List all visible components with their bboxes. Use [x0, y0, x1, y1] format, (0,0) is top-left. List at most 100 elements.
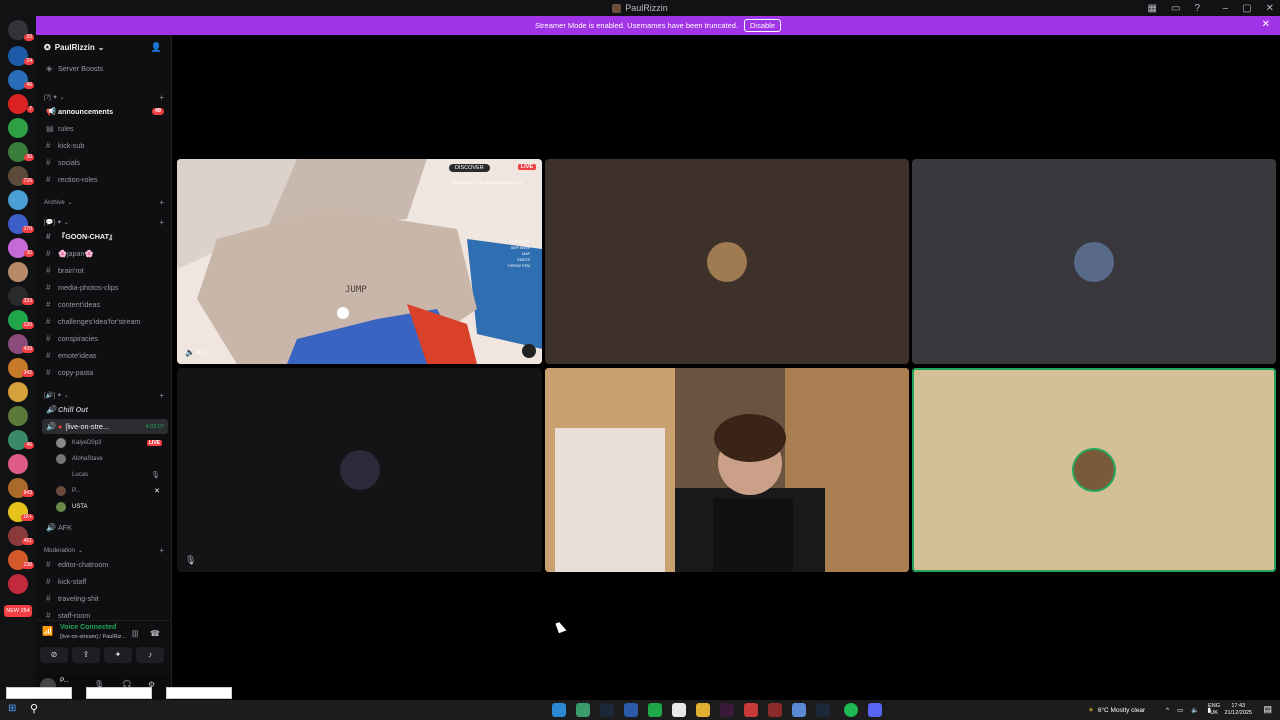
- app-icon[interactable]: [576, 703, 590, 717]
- server-boosts[interactable]: ◈ Server Boosts: [42, 61, 168, 76]
- channel-conspiracies[interactable]: # conspiracies: [42, 331, 168, 346]
- webcam-tile[interactable]: [545, 368, 909, 572]
- voice-channel-path[interactable]: [live-on-stream] / PaulRiz...: [60, 634, 126, 640]
- app-icon[interactable]: [768, 703, 782, 717]
- monitor-icon[interactable]: ▭: [1171, 3, 1180, 14]
- voice-channel-live-on-stream[interactable]: 🔊 ● [live-on-stre... 4:03:07: [42, 419, 168, 434]
- channel-media[interactable]: # media-photos-clips: [42, 280, 168, 295]
- steam-icon[interactable]: [600, 703, 614, 717]
- spotify-icon[interactable]: [844, 703, 858, 717]
- network-icon[interactable]: ▭: [1177, 706, 1183, 714]
- server-icon[interactable]: [8, 262, 28, 282]
- server-icon[interactable]: [8, 118, 28, 138]
- fullscreen-icon[interactable]: [522, 344, 536, 358]
- stream-controls[interactable]: 🔈 ⏸ ⊙: [185, 348, 210, 358]
- add-channel-icon[interactable]: +: [159, 391, 164, 400]
- channel-kick-staff[interactable]: # kick-staff: [42, 574, 168, 589]
- app-icon[interactable]: [792, 703, 806, 717]
- server-header[interactable]: ✪ PaulRizzin ⌄ 👤: [36, 35, 171, 59]
- add-channel-icon[interactable]: +: [159, 198, 164, 207]
- channel-challenges[interactable]: # challenges'idea'for'stream: [42, 314, 168, 329]
- help-icon[interactable]: ?: [1194, 3, 1200, 14]
- volume-icon[interactable]: 🔈: [1191, 706, 1199, 714]
- chevron-up-icon[interactable]: ^: [1166, 707, 1169, 714]
- channel-editor-chatroom[interactable]: # editor-chatroom: [42, 557, 168, 572]
- stream-tile-game[interactable]: JUMP DISCOVER EXPLORE THE ABANDONED HUT …: [177, 159, 542, 364]
- channel-japan[interactable]: # 🌸japan🌸: [42, 246, 168, 261]
- channel-socials[interactable]: # socials: [42, 155, 168, 170]
- search-icon[interactable]: ⚲: [30, 702, 38, 715]
- add-channel-icon[interactable]: +: [159, 546, 164, 555]
- channel-emote-ideas[interactable]: # emote'ideas: [42, 348, 168, 363]
- participant-tile-speaking[interactable]: [912, 368, 1276, 572]
- soundboard-button[interactable]: ♪: [136, 647, 164, 663]
- maximize-icon[interactable]: ▢: [1242, 3, 1251, 14]
- category-archive[interactable]: Archive ⌄ +: [44, 196, 164, 208]
- participant-tile[interactable]: [545, 159, 909, 364]
- participant-tile[interactable]: [912, 159, 1276, 364]
- clock[interactable]: 17:43 21/12/2025: [1224, 703, 1252, 717]
- disable-button[interactable]: Disable: [744, 19, 782, 32]
- voice-user[interactable]: KalyeD0p3 LIVE: [56, 435, 166, 450]
- notifications-icon[interactable]: ▤: [1263, 704, 1272, 715]
- add-channel-icon[interactable]: +: [159, 93, 164, 102]
- voice-user[interactable]: P... ✕: [56, 483, 166, 498]
- voice-status: Voice Connected: [60, 624, 117, 631]
- weather-widget[interactable]: ☀ 6°C Mostly clear: [1088, 700, 1145, 720]
- edge-icon[interactable]: [552, 703, 566, 717]
- server-icon[interactable]: [8, 190, 28, 210]
- app-icon[interactable]: [648, 703, 662, 717]
- channel-traveling[interactable]: # traveling-shit: [42, 591, 168, 606]
- inbox-icon[interactable]: ▦: [1148, 3, 1157, 14]
- server-icon[interactable]: [8, 574, 28, 594]
- camera-button[interactable]: ⊘: [40, 647, 68, 663]
- channel-brain-rot[interactable]: # brain'rot: [42, 263, 168, 278]
- voice-user[interactable]: AlohaStave: [56, 451, 166, 466]
- steam-icon[interactable]: [816, 703, 830, 717]
- voice-user[interactable]: USTA: [56, 499, 166, 514]
- channel-goon-chat[interactable]: # 『GOON-CHAT』: [42, 229, 168, 244]
- category-header[interactable]: [💬] ✦ ⌄ +: [44, 216, 164, 228]
- channel-kick-sub[interactable]: # kick-sub: [42, 138, 168, 153]
- signal-icon[interactable]: 📶: [42, 626, 53, 637]
- app-icon[interactable]: [624, 703, 638, 717]
- server-icon[interactable]: [8, 382, 28, 402]
- language-indicator[interactable]: ENG UK: [1208, 703, 1220, 717]
- window-preview[interactable]: [6, 687, 72, 699]
- close-banner-icon[interactable]: ✕: [1262, 19, 1270, 30]
- channel-content-ideas[interactable]: # content'ideas: [42, 297, 168, 312]
- voice-channel-afk[interactable]: 🔊 AFK: [42, 520, 168, 535]
- category-header[interactable]: [?] ✦ ⌄ +: [44, 91, 164, 103]
- obs-icon[interactable]: [744, 703, 758, 717]
- folder-icon[interactable]: [696, 703, 710, 717]
- window-preview[interactable]: [86, 687, 152, 699]
- channel-label: challenges'idea'for'stream: [58, 317, 141, 326]
- activities-button[interactable]: ✦: [104, 647, 132, 663]
- voice-user[interactable]: Lucas 🎙: [56, 467, 166, 482]
- chrome-icon[interactable]: [672, 703, 686, 717]
- app-icon[interactable]: [720, 703, 734, 717]
- server-icon[interactable]: [8, 406, 28, 426]
- participant-tile[interactable]: 🎙: [177, 368, 542, 572]
- channel-copy-pasta[interactable]: # copy-pasta: [42, 365, 168, 380]
- channel-rection-roles[interactable]: # rection-roles: [42, 172, 168, 187]
- channel-announcements[interactable]: 📢 announcements 48: [42, 104, 168, 119]
- window-preview[interactable]: [166, 687, 232, 699]
- close-window-icon[interactable]: ✕: [1266, 3, 1274, 14]
- windows-start-icon[interactable]: ⊞: [8, 703, 16, 714]
- channel-rules[interactable]: ▤ rules: [42, 121, 168, 136]
- add-channel-icon[interactable]: +: [159, 218, 164, 227]
- noise-suppression-icon[interactable]: |||: [132, 629, 138, 638]
- user-name[interactable]: P...: [60, 677, 69, 684]
- server-rail: 20 24 46 7 30 726 170 30 333 130 439 342…: [0, 16, 36, 700]
- minimize-icon[interactable]: –: [1223, 3, 1229, 14]
- discord-icon[interactable]: [868, 703, 882, 717]
- category-header[interactable]: [🔊] ✦ ⌄ +: [44, 389, 164, 401]
- screen-share-button[interactable]: ⇪: [72, 647, 100, 663]
- disconnect-icon[interactable]: ☎: [150, 629, 160, 638]
- server-icon[interactable]: [8, 454, 28, 474]
- server-icon[interactable]: [8, 94, 28, 114]
- voice-channel-chill-out[interactable]: 🔊 Chill Out: [42, 402, 168, 417]
- category-moderation[interactable]: Moderation ⌄ +: [44, 544, 164, 556]
- invite-icon[interactable]: 👤: [151, 42, 162, 53]
